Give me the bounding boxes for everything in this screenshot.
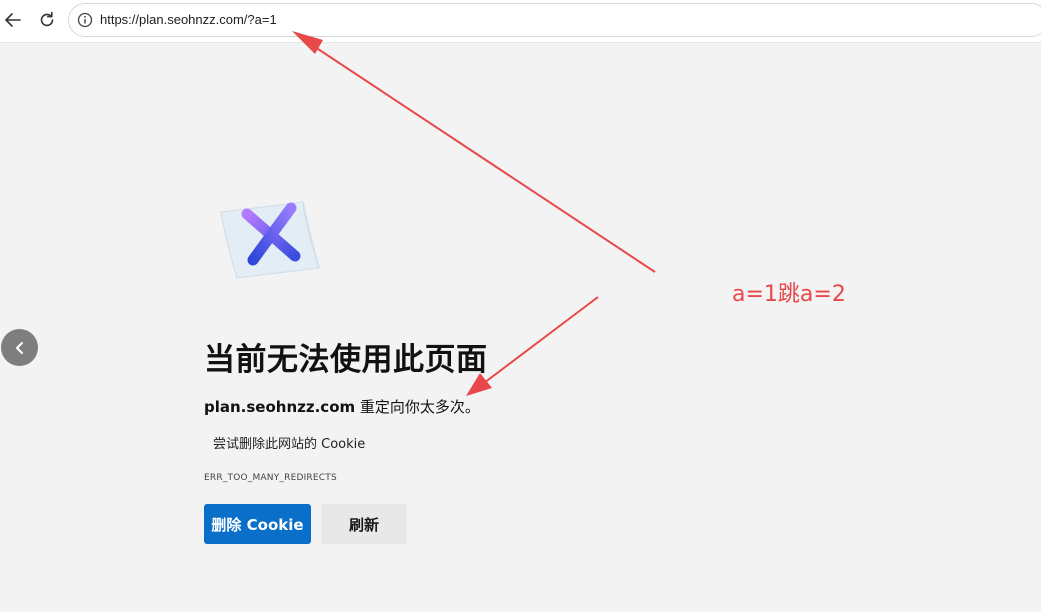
annotation-arrows bbox=[292, 31, 656, 396]
error-message: plan.seohnzz.com 重定向你太多次。 bbox=[204, 396, 480, 417]
error-message-text: 重定向你太多次。 bbox=[355, 398, 480, 416]
delete-cookie-button[interactable]: 删除 Cookie bbox=[204, 504, 311, 544]
error-title: 当前无法使用此页面 bbox=[204, 342, 488, 378]
browser-toolbar: https://plan.seohnzz.com/?a=1 bbox=[0, 0, 1041, 43]
address-bar[interactable]: https://plan.seohnzz.com/?a=1 bbox=[68, 3, 1041, 37]
back-button[interactable] bbox=[0, 7, 26, 33]
suggestion-text: 尝试删除此网站的 Cookie bbox=[213, 437, 366, 452]
info-icon[interactable] bbox=[77, 12, 93, 28]
annotation-label: a=1跳a=2 bbox=[732, 282, 846, 307]
error-x-icon bbox=[220, 201, 320, 279]
annotation-arrow-to-url bbox=[311, 44, 656, 273]
refresh-button[interactable]: 刷新 bbox=[321, 504, 407, 544]
url-text[interactable]: https://plan.seohnzz.com/?a=1 bbox=[100, 12, 277, 27]
reload-icon bbox=[40, 11, 54, 27]
chevron-left-icon bbox=[15, 341, 23, 354]
annotation-arrow-to-message bbox=[483, 296, 599, 384]
previous-page-button[interactable] bbox=[1, 329, 38, 366]
reload-button[interactable] bbox=[34, 7, 60, 33]
error-host: plan.seohnzz.com bbox=[204, 398, 356, 416]
error-code: ERR_TOO_MANY_REDIRECTS bbox=[204, 473, 337, 483]
back-arrow-icon bbox=[5, 13, 21, 27]
